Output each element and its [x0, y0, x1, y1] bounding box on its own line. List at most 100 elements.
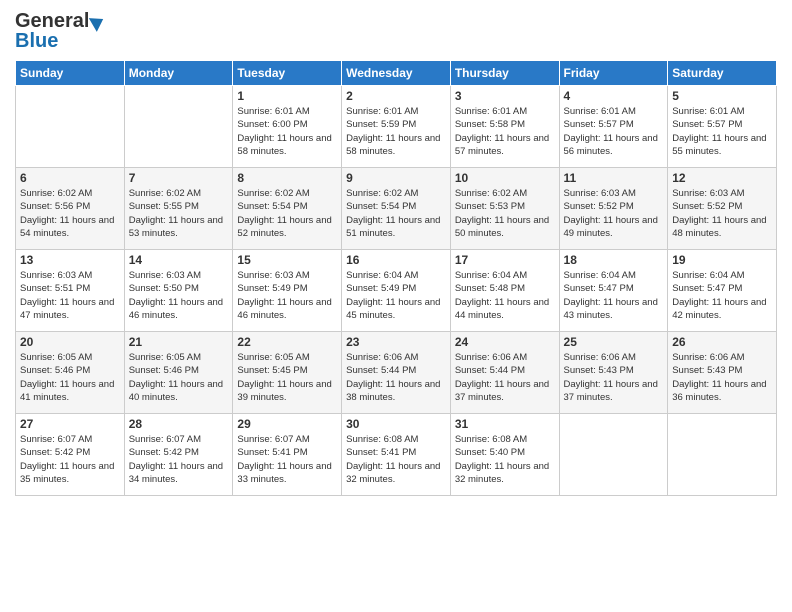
day-number: 29 [237, 417, 337, 431]
weekday-header: Thursday [450, 61, 559, 86]
day-info: Sunrise: 6:08 AM Sunset: 5:41 PM Dayligh… [346, 433, 446, 486]
day-info: Sunrise: 6:02 AM Sunset: 5:55 PM Dayligh… [129, 187, 229, 240]
day-info: Sunrise: 6:06 AM Sunset: 5:43 PM Dayligh… [564, 351, 664, 404]
day-number: 7 [129, 171, 229, 185]
calendar-week: 27 Sunrise: 6:07 AM Sunset: 5:42 PM Dayli… [16, 414, 777, 496]
weekday-header: Tuesday [233, 61, 342, 86]
day-number: 4 [564, 89, 664, 103]
day-number: 21 [129, 335, 229, 349]
calendar-cell: 25 Sunrise: 6:06 AM Sunset: 5:43 PM Dayli… [559, 332, 668, 414]
weekday-header: Monday [124, 61, 233, 86]
calendar-cell [559, 414, 668, 496]
calendar-cell: 23 Sunrise: 6:06 AM Sunset: 5:44 PM Dayli… [342, 332, 451, 414]
day-info: Sunrise: 6:07 AM Sunset: 5:42 PM Dayligh… [129, 433, 229, 486]
day-number: 11 [564, 171, 664, 185]
weekday-header: Friday [559, 61, 668, 86]
day-number: 14 [129, 253, 229, 267]
day-info: Sunrise: 6:02 AM Sunset: 5:56 PM Dayligh… [20, 187, 120, 240]
calendar-cell: 22 Sunrise: 6:05 AM Sunset: 5:45 PM Dayli… [233, 332, 342, 414]
calendar-cell: 12 Sunrise: 6:03 AM Sunset: 5:52 PM Dayli… [668, 168, 777, 250]
day-number: 31 [455, 417, 555, 431]
calendar-cell: 18 Sunrise: 6:04 AM Sunset: 5:47 PM Dayli… [559, 250, 668, 332]
day-info: Sunrise: 6:06 AM Sunset: 5:44 PM Dayligh… [455, 351, 555, 404]
header: General Blue [15, 10, 777, 52]
calendar-week: 13Sunrise: 6:03 AM Sunset: 5:51 PM Dayli… [16, 250, 777, 332]
day-info: Sunrise: 6:04 AM Sunset: 5:48 PM Dayligh… [455, 269, 555, 322]
day-number: 3 [455, 89, 555, 103]
day-number: 17 [455, 253, 555, 267]
calendar-cell: 8Sunrise: 6:02 AM Sunset: 5:54 PM Daylig… [233, 168, 342, 250]
calendar-cell: 7 Sunrise: 6:02 AM Sunset: 5:55 PM Daylig… [124, 168, 233, 250]
calendar-week: 1 Sunrise: 6:01 AM Sunset: 6:00 PM Daylig… [16, 86, 777, 168]
calendar-body: 1 Sunrise: 6:01 AM Sunset: 6:00 PM Daylig… [16, 86, 777, 496]
day-number: 22 [237, 335, 337, 349]
calendar-cell: 9 Sunrise: 6:02 AM Sunset: 5:54 PM Daylig… [342, 168, 451, 250]
calendar-cell: 27 Sunrise: 6:07 AM Sunset: 5:42 PM Dayli… [16, 414, 125, 496]
calendar-cell: 24Sunrise: 6:06 AM Sunset: 5:44 PM Dayli… [450, 332, 559, 414]
day-info: Sunrise: 6:05 AM Sunset: 5:46 PM Dayligh… [20, 351, 120, 404]
calendar-cell [668, 414, 777, 496]
logo-blue-text: Blue [15, 30, 104, 52]
calendar-cell: 15 Sunrise: 6:03 AM Sunset: 5:49 PM Dayli… [233, 250, 342, 332]
day-number: 27 [20, 417, 120, 431]
calendar-header: SundayMondayTuesdayWednesdayThursdayFrid… [16, 61, 777, 86]
calendar-week: 6 Sunrise: 6:02 AM Sunset: 5:56 PM Daylig… [16, 168, 777, 250]
day-info: Sunrise: 6:01 AM Sunset: 5:58 PM Dayligh… [455, 105, 555, 158]
day-info: Sunrise: 6:04 AM Sunset: 5:47 PM Dayligh… [564, 269, 664, 322]
calendar-cell: 20Sunrise: 6:05 AM Sunset: 5:46 PM Dayli… [16, 332, 125, 414]
day-info: Sunrise: 6:03 AM Sunset: 5:50 PM Dayligh… [129, 269, 229, 322]
day-number: 23 [346, 335, 446, 349]
day-info: Sunrise: 6:08 AM Sunset: 5:40 PM Dayligh… [455, 433, 555, 486]
day-number: 1 [237, 89, 337, 103]
day-number: 6 [20, 171, 120, 185]
day-info: Sunrise: 6:06 AM Sunset: 5:43 PM Dayligh… [672, 351, 772, 404]
day-info: Sunrise: 6:02 AM Sunset: 5:54 PM Dayligh… [346, 187, 446, 240]
calendar-cell: 19Sunrise: 6:04 AM Sunset: 5:47 PM Dayli… [668, 250, 777, 332]
day-number: 9 [346, 171, 446, 185]
weekday-header: Wednesday [342, 61, 451, 86]
logo-text: General Blue [15, 10, 104, 52]
calendar-cell: 6 Sunrise: 6:02 AM Sunset: 5:56 PM Daylig… [16, 168, 125, 250]
calendar-cell: 3 Sunrise: 6:01 AM Sunset: 5:58 PM Daylig… [450, 86, 559, 168]
day-info: Sunrise: 6:03 AM Sunset: 5:49 PM Dayligh… [237, 269, 337, 322]
calendar-cell: 5Sunrise: 6:01 AM Sunset: 5:57 PM Daylig… [668, 86, 777, 168]
day-info: Sunrise: 6:01 AM Sunset: 6:00 PM Dayligh… [237, 105, 337, 158]
calendar-cell: 28Sunrise: 6:07 AM Sunset: 5:42 PM Dayli… [124, 414, 233, 496]
weekday-header: Sunday [16, 61, 125, 86]
day-info: Sunrise: 6:06 AM Sunset: 5:44 PM Dayligh… [346, 351, 446, 404]
day-info: Sunrise: 6:07 AM Sunset: 5:42 PM Dayligh… [20, 433, 120, 486]
day-info: Sunrise: 6:05 AM Sunset: 5:45 PM Dayligh… [237, 351, 337, 404]
calendar-cell: 31 Sunrise: 6:08 AM Sunset: 5:40 PM Dayli… [450, 414, 559, 496]
calendar-cell: 14 Sunrise: 6:03 AM Sunset: 5:50 PM Dayli… [124, 250, 233, 332]
calendar-cell: 30 Sunrise: 6:08 AM Sunset: 5:41 PM Dayli… [342, 414, 451, 496]
calendar-cell: 2Sunrise: 6:01 AM Sunset: 5:59 PM Daylig… [342, 86, 451, 168]
day-info: Sunrise: 6:04 AM Sunset: 5:49 PM Dayligh… [346, 269, 446, 322]
day-info: Sunrise: 6:02 AM Sunset: 5:54 PM Dayligh… [237, 187, 337, 240]
calendar-cell: 29Sunrise: 6:07 AM Sunset: 5:41 PM Dayli… [233, 414, 342, 496]
day-number: 16 [346, 253, 446, 267]
day-number: 25 [564, 335, 664, 349]
weekday-row: SundayMondayTuesdayWednesdayThursdayFrid… [16, 61, 777, 86]
day-info: Sunrise: 6:05 AM Sunset: 5:46 PM Dayligh… [129, 351, 229, 404]
day-number: 15 [237, 253, 337, 267]
day-info: Sunrise: 6:03 AM Sunset: 5:52 PM Dayligh… [672, 187, 772, 240]
calendar-cell: 11 Sunrise: 6:03 AM Sunset: 5:52 PM Dayli… [559, 168, 668, 250]
logo-general: General [15, 10, 89, 32]
calendar-cell: 16 Sunrise: 6:04 AM Sunset: 5:49 PM Dayli… [342, 250, 451, 332]
day-number: 30 [346, 417, 446, 431]
day-info: Sunrise: 6:03 AM Sunset: 5:52 PM Dayligh… [564, 187, 664, 240]
calendar-cell [16, 86, 125, 168]
day-number: 12 [672, 171, 772, 185]
calendar-cell: 13Sunrise: 6:03 AM Sunset: 5:51 PM Dayli… [16, 250, 125, 332]
day-number: 18 [564, 253, 664, 267]
day-number: 10 [455, 171, 555, 185]
page: General Blue SundayMondayTuesdayWednesda… [0, 0, 792, 506]
day-number: 26 [672, 335, 772, 349]
logo: General Blue [15, 10, 104, 52]
day-info: Sunrise: 6:01 AM Sunset: 5:57 PM Dayligh… [564, 105, 664, 158]
day-number: 2 [346, 89, 446, 103]
day-number: 13 [20, 253, 120, 267]
calendar-cell: 21 Sunrise: 6:05 AM Sunset: 5:46 PM Dayli… [124, 332, 233, 414]
weekday-header: Saturday [668, 61, 777, 86]
calendar-cell: 26 Sunrise: 6:06 AM Sunset: 5:43 PM Dayli… [668, 332, 777, 414]
